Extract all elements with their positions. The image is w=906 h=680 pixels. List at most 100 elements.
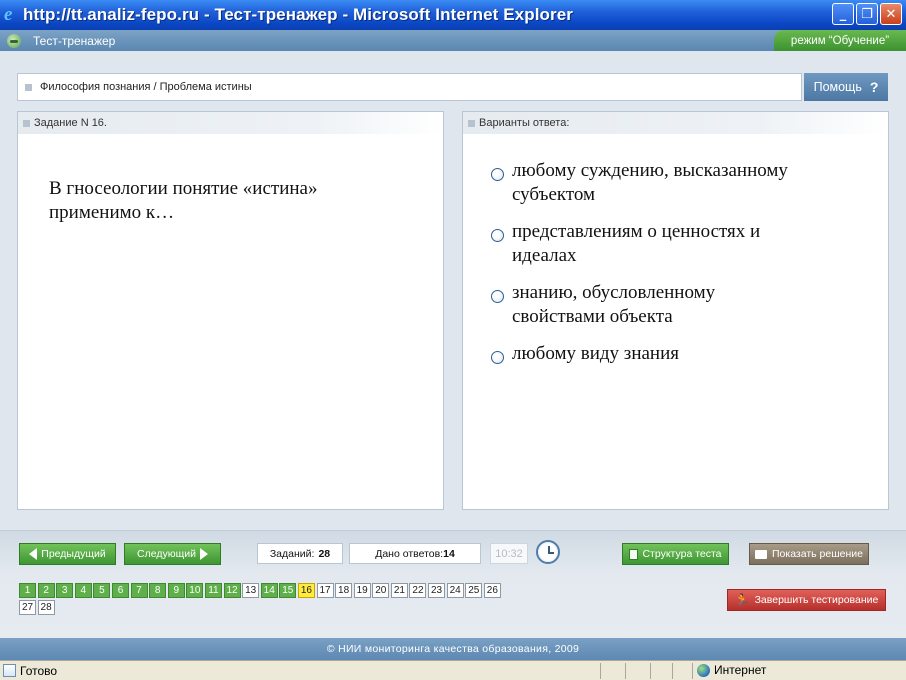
answer-option[interactable]: любому суждению, высказанному субъектом — [491, 159, 891, 207]
question-nav-cell[interactable]: 12 — [223, 583, 241, 598]
show-solution-button[interactable]: Показать решение — [749, 543, 869, 565]
test-structure-label: Структура теста — [642, 548, 722, 560]
internet-explorer-icon: e — [4, 4, 13, 25]
radio-button[interactable] — [491, 290, 504, 303]
tasks-count: 28 — [318, 547, 331, 560]
bullet-square-icon — [468, 119, 475, 127]
security-zone: Интернет — [697, 663, 766, 677]
breadcrumb-text: Философия познания / Проблема истины — [40, 81, 252, 93]
status-text: Готово — [20, 663, 58, 678]
app-name: Тест-тренажер — [33, 33, 116, 48]
next-label: Следующий — [137, 548, 196, 560]
bullet-square-icon — [25, 83, 32, 91]
previous-label: Предыдущий — [41, 548, 106, 560]
question-nav-cell[interactable]: 8 — [149, 583, 167, 598]
question-nav-cell[interactable]: 26 — [483, 583, 501, 598]
mode-indicator: режим “Обучение” — [774, 30, 906, 51]
answered-count: 14 — [443, 547, 455, 560]
zone-label: Интернет — [714, 663, 767, 677]
question-nav-cell[interactable]: 9 — [167, 583, 185, 598]
finish-test-label: Завершить тестирование — [754, 594, 879, 606]
footer-copyright: © НИИ мониторинга качества образования, … — [0, 638, 906, 660]
answer-options: любому суждению, высказанному субъектом … — [491, 159, 891, 379]
bullet-square-icon — [23, 119, 30, 127]
answers-panel: Варианты ответа: любому суждению, высказ… — [462, 111, 889, 510]
question-nav-cell[interactable]: 28 — [37, 600, 55, 615]
radio-button[interactable] — [491, 168, 504, 181]
question-nav-cell[interactable]: 3 — [56, 583, 74, 598]
tasks-counter: Заданий: 28 — [257, 543, 343, 564]
question-nav-cell[interactable]: 14 — [260, 583, 278, 598]
test-structure-button[interactable]: Структура теста — [622, 543, 729, 565]
task-panel-header: Задание N 16. — [18, 112, 443, 134]
book-icon — [755, 549, 767, 559]
app-header: Тест-тренажер режим “Обучение” — [0, 30, 906, 51]
help-button[interactable]: Помощь ? — [804, 73, 888, 101]
close-button[interactable]: ✕ — [880, 3, 902, 25]
question-nav-cell[interactable]: 18 — [335, 583, 353, 598]
controls-bar: Предыдущий Следующий Заданий: 28 Дано от… — [0, 530, 906, 638]
window-title: http://tt.analiz-fepo.ru - Тест-тренажер… — [23, 5, 573, 24]
answer-text: любому виду знания — [512, 343, 679, 364]
question-nav-cell[interactable]: 19 — [353, 583, 371, 598]
question-nav-cell[interactable]: 22 — [409, 583, 427, 598]
question-nav-cell[interactable]: 27 — [19, 600, 36, 615]
status-divider — [625, 663, 626, 679]
answers-header: Варианты ответа: — [479, 117, 570, 129]
globe-icon — [697, 663, 710, 677]
question-nav-cell[interactable]: 11 — [204, 583, 222, 598]
status-divider — [650, 663, 651, 679]
answered-label: Дано ответов: — [375, 547, 444, 560]
answer-text: представлениям о ценностях и идеалах — [512, 221, 761, 266]
status-divider — [600, 663, 601, 679]
question-nav-cell[interactable]: 4 — [74, 583, 92, 598]
arrow-left-icon — [29, 548, 38, 560]
question-nav-cell[interactable]: 17 — [316, 583, 334, 598]
window-controls: _ ❐ ✕ — [832, 3, 902, 25]
question-nav-cell[interactable]: 21 — [390, 583, 408, 598]
radio-button[interactable] — [491, 229, 504, 242]
question-nav-cell[interactable]: 16 — [297, 583, 315, 598]
tasks-label: Заданий: — [269, 547, 315, 560]
question-nav-cell[interactable]: 1 — [19, 583, 36, 598]
clock-icon — [536, 540, 560, 564]
question-nav-cell[interactable]: 24 — [446, 583, 464, 598]
next-button[interactable]: Следующий — [124, 543, 221, 565]
minimize-button[interactable]: _ — [832, 3, 854, 25]
app-logo-icon — [7, 33, 21, 48]
breadcrumb: Философия познания / Проблема истины — [17, 73, 802, 101]
answered-counter: Дано ответов: 14 — [349, 543, 481, 564]
answer-option[interactable]: любому виду знания — [491, 342, 891, 366]
finish-test-button[interactable]: 🏃 Завершить тестирование — [727, 589, 886, 611]
radio-button[interactable] — [491, 351, 504, 364]
task-number: Задание N 16. — [34, 117, 107, 129]
show-solution-label: Показать решение — [772, 548, 863, 560]
question-nav-cell[interactable]: 7 — [130, 583, 148, 598]
question-nav-cell[interactable]: 15 — [279, 583, 297, 598]
status-divider — [672, 663, 673, 679]
previous-button[interactable]: Предыдущий — [19, 543, 116, 565]
question-nav-cell[interactable]: 5 — [93, 583, 111, 598]
question-nav-cell[interactable]: 23 — [428, 583, 446, 598]
answer-text: любому суждению, высказанному субъектом — [512, 160, 788, 205]
question-nav-cell[interactable]: 2 — [37, 583, 55, 598]
question-nav-cell[interactable]: 6 — [111, 583, 129, 598]
task-panel: Задание N 16. В гносеологии понятие «ист… — [17, 111, 444, 510]
question-nav-cell[interactable]: 13 — [242, 583, 260, 598]
window-title-bar: e http://tt.analiz-fepo.ru - Тест-тренаж… — [0, 0, 906, 30]
question-navigator: 1 2 3 4 5 6 7 8 9 10 11 12 13 14 15 16 17 18 19 20 21 22 23 24 2… — [19, 583, 509, 617]
question-text: В гносеологии понятие «истина» применимо… — [49, 178, 318, 223]
help-label: Помощь — [813, 80, 862, 94]
question-nav-cell[interactable]: 25 — [465, 583, 483, 598]
question-nav-cell[interactable]: 10 — [186, 583, 204, 598]
document-icon — [629, 548, 639, 560]
answers-panel-header: Варианты ответа: — [463, 112, 888, 134]
status-divider — [692, 663, 693, 679]
page-icon — [3, 664, 16, 677]
answer-text: знанию, обусловленному свойствами объект… — [512, 282, 716, 327]
answer-option[interactable]: представлениям о ценностях и идеалах — [491, 220, 891, 268]
maximize-button[interactable]: ❐ — [856, 3, 878, 25]
question-nav-cell[interactable]: 20 — [372, 583, 390, 598]
browser-status-bar: Готово Интернет — [0, 660, 906, 680]
answer-option[interactable]: знанию, обусловленному свойствами объект… — [491, 281, 891, 329]
